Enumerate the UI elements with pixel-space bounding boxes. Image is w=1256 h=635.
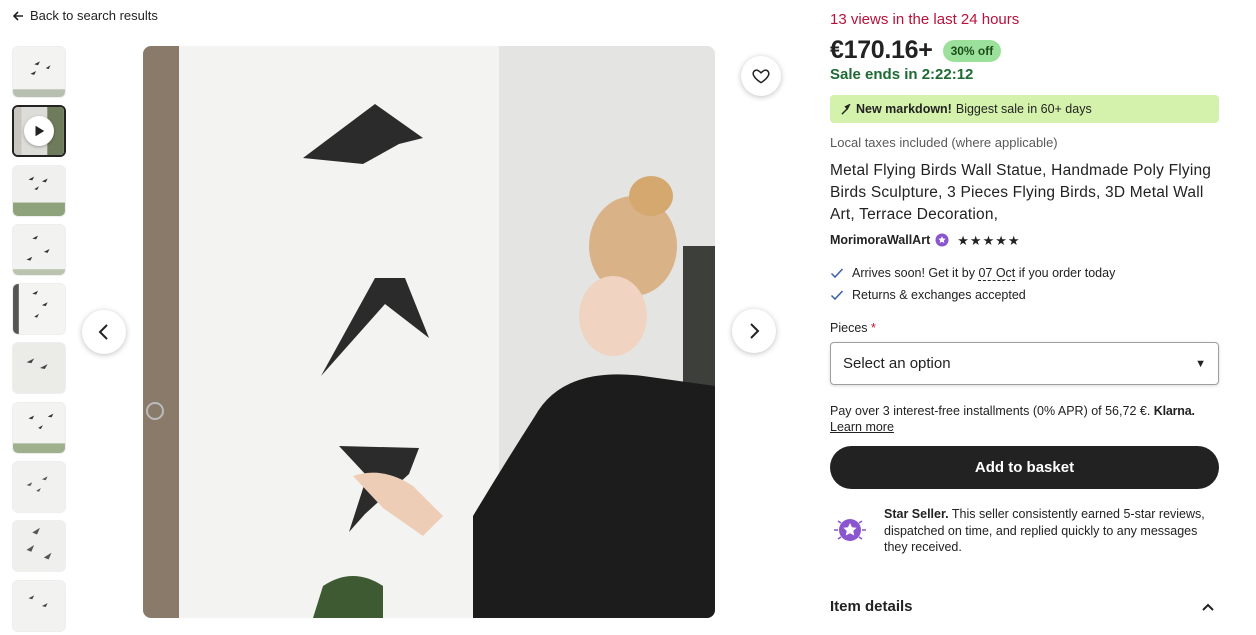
delivery-text: Arrives soon! Get it by 07 Oct if you or… bbox=[852, 266, 1116, 281]
next-image-button[interactable] bbox=[732, 309, 776, 353]
rating-stars[interactable]: ★ ★ ★ ★ ★ bbox=[957, 234, 1019, 247]
pieces-label-text: Pieces bbox=[830, 321, 868, 335]
markdown-title: New markdown! bbox=[856, 102, 952, 116]
heart-icon bbox=[752, 69, 770, 84]
item-details-toggle[interactable]: Item details bbox=[830, 598, 1215, 615]
favorite-button[interactable] bbox=[741, 56, 781, 96]
thumbnail-10[interactable] bbox=[12, 579, 66, 632]
pieces-select[interactable]: Select an option ▼ bbox=[830, 342, 1219, 385]
chevron-up-icon bbox=[1202, 603, 1214, 611]
arrives-suffix: if you order today bbox=[1015, 266, 1116, 280]
required-marker: * bbox=[871, 321, 876, 335]
returns-text: Returns & exchanges accepted bbox=[852, 288, 1026, 302]
arrival-date[interactable]: 07 Oct bbox=[978, 266, 1016, 281]
thumbnail-8[interactable] bbox=[12, 461, 66, 514]
star-icon: ★ bbox=[969, 232, 982, 248]
markdown-text: Biggest sale in 60+ days bbox=[955, 102, 1092, 116]
chevron-left-icon bbox=[98, 324, 108, 340]
main-product-image[interactable] bbox=[143, 46, 715, 618]
thumbnail-3[interactable] bbox=[12, 164, 66, 217]
taxes-note: Local taxes included (where applicable) bbox=[830, 135, 1058, 150]
thumbnail-6[interactable] bbox=[12, 342, 66, 395]
thumbnail-9[interactable] bbox=[12, 520, 66, 573]
delivery-estimate: Arrives soon! Get it by 07 Oct if you or… bbox=[830, 266, 1116, 281]
check-icon bbox=[830, 290, 844, 301]
sale-countdown: Sale ends in 2:22:12 bbox=[830, 66, 974, 83]
product-photo bbox=[143, 46, 715, 618]
select-placeholder: Select an option bbox=[843, 355, 951, 372]
thumbnail-5[interactable] bbox=[12, 283, 66, 336]
star-seller-icon bbox=[834, 519, 866, 541]
item-details-label: Item details bbox=[830, 598, 913, 615]
star-seller-badge-icon bbox=[935, 233, 949, 247]
thumbnail-4[interactable] bbox=[12, 223, 66, 276]
learn-more-link[interactable]: Learn more bbox=[830, 420, 894, 434]
thumbnail-video[interactable] bbox=[12, 105, 66, 158]
thumbnail-strip bbox=[12, 46, 68, 635]
klarna-logo: Klarna. bbox=[1153, 404, 1195, 418]
returns-policy: Returns & exchanges accepted bbox=[830, 288, 1026, 302]
star-seller-title: Star Seller. bbox=[884, 507, 949, 521]
back-link-label: Back to search results bbox=[30, 8, 158, 23]
price-row: €170.16+ 30% off bbox=[830, 36, 1002, 65]
installments-info: Pay over 3 interest-free installments (0… bbox=[830, 403, 1219, 435]
seller-name-link[interactable]: MorimoraWallArt bbox=[830, 233, 930, 247]
thumbnail-1[interactable] bbox=[12, 46, 66, 98]
arrow-left-icon bbox=[12, 10, 23, 21]
back-to-search-link[interactable]: Back to search results bbox=[12, 8, 158, 23]
check-icon bbox=[830, 268, 844, 279]
arrives-prefix: Arrives soon! Get it by bbox=[852, 266, 979, 280]
star-icon: ★ bbox=[1007, 232, 1020, 248]
listing-title: Metal Flying Birds Wall Statue, Handmade… bbox=[830, 162, 1212, 223]
star-icon: ★ bbox=[957, 232, 969, 248]
star-icon: ★ bbox=[982, 232, 995, 248]
price: €170.16+ bbox=[830, 36, 933, 64]
installments-text: Pay over 3 interest-free installments (0… bbox=[830, 404, 1151, 418]
thumbnail-7[interactable] bbox=[12, 401, 66, 454]
previous-image-button[interactable] bbox=[82, 310, 126, 354]
star-seller-text: Star Seller. This seller consistently ea… bbox=[884, 506, 1220, 556]
chevron-right-icon bbox=[750, 323, 760, 339]
star-seller-info: Star Seller. This seller consistently ea… bbox=[830, 506, 1220, 556]
add-to-basket-button[interactable]: Add to basket bbox=[830, 446, 1219, 489]
pieces-label: Pieces * bbox=[830, 321, 876, 335]
markdown-banner: New markdown! Biggest sale in 60+ days bbox=[830, 95, 1219, 123]
tag-icon bbox=[841, 103, 851, 115]
star-icon: ★ bbox=[995, 232, 1007, 248]
views-notice: 13 views in the last 24 hours bbox=[830, 11, 1020, 28]
discount-badge: 30% off bbox=[942, 39, 1002, 62]
caret-down-icon: ▼ bbox=[1195, 357, 1206, 370]
seller-row: MorimoraWallArt ★ ★ ★ ★ ★ bbox=[830, 233, 1020, 247]
